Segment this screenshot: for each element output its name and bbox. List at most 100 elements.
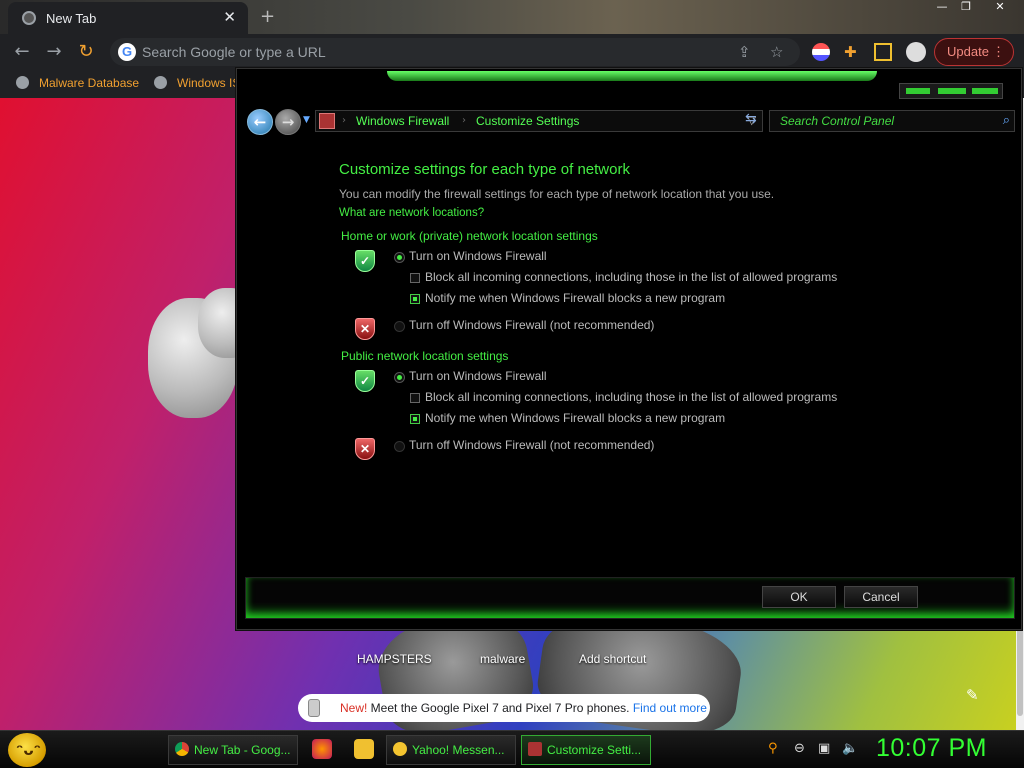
taskbar-clock[interactable]: 10:07 PM [876,734,987,763]
tab-new-tab[interactable]: New Tab ✕ [8,2,248,34]
back-arrow-icon[interactable]: ← [10,41,34,63]
public-turn-on-radio[interactable] [394,372,405,383]
search-icon[interactable]: ⌕ [1003,113,1010,128]
public-turn-on-label[interactable]: Turn on Windows Firewall [409,369,547,383]
extension-flag-icon[interactable] [812,43,830,61]
public-turn-off-radio[interactable] [394,441,405,452]
breadcrumb-customize-settings[interactable]: Customize Settings [476,114,579,128]
dialog-footer: OK Cancel [245,577,1015,619]
search-placeholder: Search Control Panel [780,114,895,128]
task-yahoo-messenger[interactable]: Yahoo! Messen... [386,735,516,765]
start-button[interactable]: ᵔᴗᵔ [8,733,46,767]
private-block-all-checkbox[interactable] [410,273,420,283]
close-button[interactable] [972,88,998,94]
profile-avatar-icon[interactable] [906,42,926,62]
shield-x-icon: ✕ [355,438,375,460]
search-control-panel-input[interactable]: Search Control Panel ⌕ [769,110,1015,132]
task-new-tab[interactable]: New Tab - Goog... [168,735,298,765]
minimize-button[interactable] [906,88,930,94]
task-label: Yahoo! Messen... [412,743,505,757]
private-turn-off-label[interactable]: Turn off Windows Firewall (not recommend… [409,318,654,332]
private-notify-checkbox[interactable] [410,294,420,304]
address-bar-placeholder: Search Google or type a URL [142,44,326,60]
reload-icon[interactable]: ↻ [74,41,98,63]
network-locations-link[interactable]: What are network locations? [339,207,484,219]
chrome-tab-icon [22,11,36,25]
search-tray-icon[interactable]: ⚲ [768,741,778,756]
taskbar: ᵔᴗᵔ New Tab - Goog... Yahoo! Messen... C… [0,730,1024,768]
public-block-all-label[interactable]: Block all incoming connections, includin… [425,390,837,404]
task-customize-settings[interactable]: Customize Setti... [521,735,651,765]
share-icon[interactable]: ⇪ [738,43,751,61]
forward-arrow-icon[interactable]: → [42,41,66,63]
yahoo-messenger-icon [393,742,407,756]
bookmark-windows-is[interactable]: Windows IS [154,76,240,90]
extensions-puzzle-icon[interactable]: ✚ [844,43,862,61]
bookmark-malware-database[interactable]: Malware Database [16,76,139,90]
shield-x-icon: ✕ [355,318,375,340]
window-controls[interactable] [899,83,1003,99]
bookmark-label: Windows IS [177,76,241,90]
phone-icon [308,699,320,717]
public-turn-off-label[interactable]: Turn off Windows Firewall (not recommend… [409,438,654,452]
restore-icon[interactable]: ❐ [956,0,976,16]
customize-pencil-icon[interactable]: ✎ [966,686,979,704]
promo-new-badge: New! [340,701,368,715]
title-glow [387,71,877,81]
private-section-heading: Home or work (private) network location … [341,229,598,243]
add-shortcut[interactable]: Add shortcut [579,652,646,666]
update-label: Update [947,44,989,59]
cancel-button[interactable]: Cancel [844,586,918,608]
private-notify-label[interactable]: Notify me when Windows Firewall blocks a… [425,291,725,305]
tab-close-icon[interactable]: ✕ [223,8,236,26]
promo-link[interactable]: Find out more [633,701,707,715]
bookmark-star-icon[interactable]: ☆ [770,43,783,61]
shortcut-hampsters[interactable]: HAMPSTERS [357,652,432,666]
network-tray-icon[interactable]: ▣ [818,741,830,756]
status-tray-icon[interactable]: ⊖ [794,741,805,756]
task-label: Customize Setti... [547,743,642,757]
settings-content: Customize settings for each type of netw… [237,149,1023,569]
private-turn-off-radio[interactable] [394,321,405,332]
breadcrumb-windows-firewall[interactable]: Windows Firewall [356,114,449,128]
public-block-all-checkbox[interactable] [410,393,420,403]
back-button[interactable]: ← [247,109,273,135]
pixel-promo-bar: New! Meet the Google Pixel 7 and Pixel 7… [298,694,710,722]
google-icon: G [118,43,136,61]
firefox-icon[interactable] [312,739,332,759]
recent-pages-dropdown-icon[interactable]: ▼ [303,115,310,125]
new-tab-button[interactable]: + [260,6,275,27]
side-panel-icon[interactable] [874,43,892,61]
maximize-button[interactable] [938,88,966,94]
public-notify-label[interactable]: Notify me when Windows Firewall blocks a… [425,411,725,425]
folder-icon[interactable] [354,739,374,759]
globe-icon [16,76,29,89]
shield-check-icon: ✓ [355,370,375,392]
shield-check-icon: ✓ [355,250,375,272]
breadcrumb-separator-icon[interactable]: › [342,115,346,126]
minimize-icon[interactable]: — [932,0,952,16]
bookmark-label: Malware Database [39,76,140,90]
menu-dots-icon[interactable]: ⋮ [992,39,1005,65]
navigation-row: ← → ▼ › Windows Firewall › Customize Set… [245,107,1015,137]
browser-toolbar: ← → ↻ G Search Google or type a URL ⇪ ☆ … [0,34,1024,70]
browser-tab-strip: New Tab ✕ + — ❐ ✕ [0,0,1024,34]
shortcut-malware[interactable]: malware [480,652,525,666]
address-bar[interactable]: G Search Google or type a URL ⇪ ☆ [110,38,800,66]
private-block-all-label[interactable]: Block all incoming connections, includin… [425,270,837,284]
control-panel-icon [528,742,542,756]
window-close-icon[interactable]: ✕ [990,0,1010,16]
smiley-icon: ᵔᴗᵔ [16,741,41,759]
forward-button[interactable]: → [275,109,301,135]
private-turn-on-label[interactable]: Turn on Windows Firewall [409,249,547,263]
ok-button[interactable]: OK [762,586,836,608]
public-notify-checkbox[interactable] [410,414,420,424]
breadcrumb-separator-icon[interactable]: › [462,115,466,126]
address-breadcrumb-bar[interactable]: › Windows Firewall › Customize Settings … [315,110,763,132]
task-label: New Tab - Goog... [194,743,291,757]
update-button[interactable]: Update ⋮ [934,38,1014,66]
control-panel-icon [319,113,335,129]
refresh-icon[interactable]: ⇆ [745,111,763,129]
private-turn-on-radio[interactable] [394,252,405,263]
volume-tray-icon[interactable]: 🔈 [842,741,858,756]
